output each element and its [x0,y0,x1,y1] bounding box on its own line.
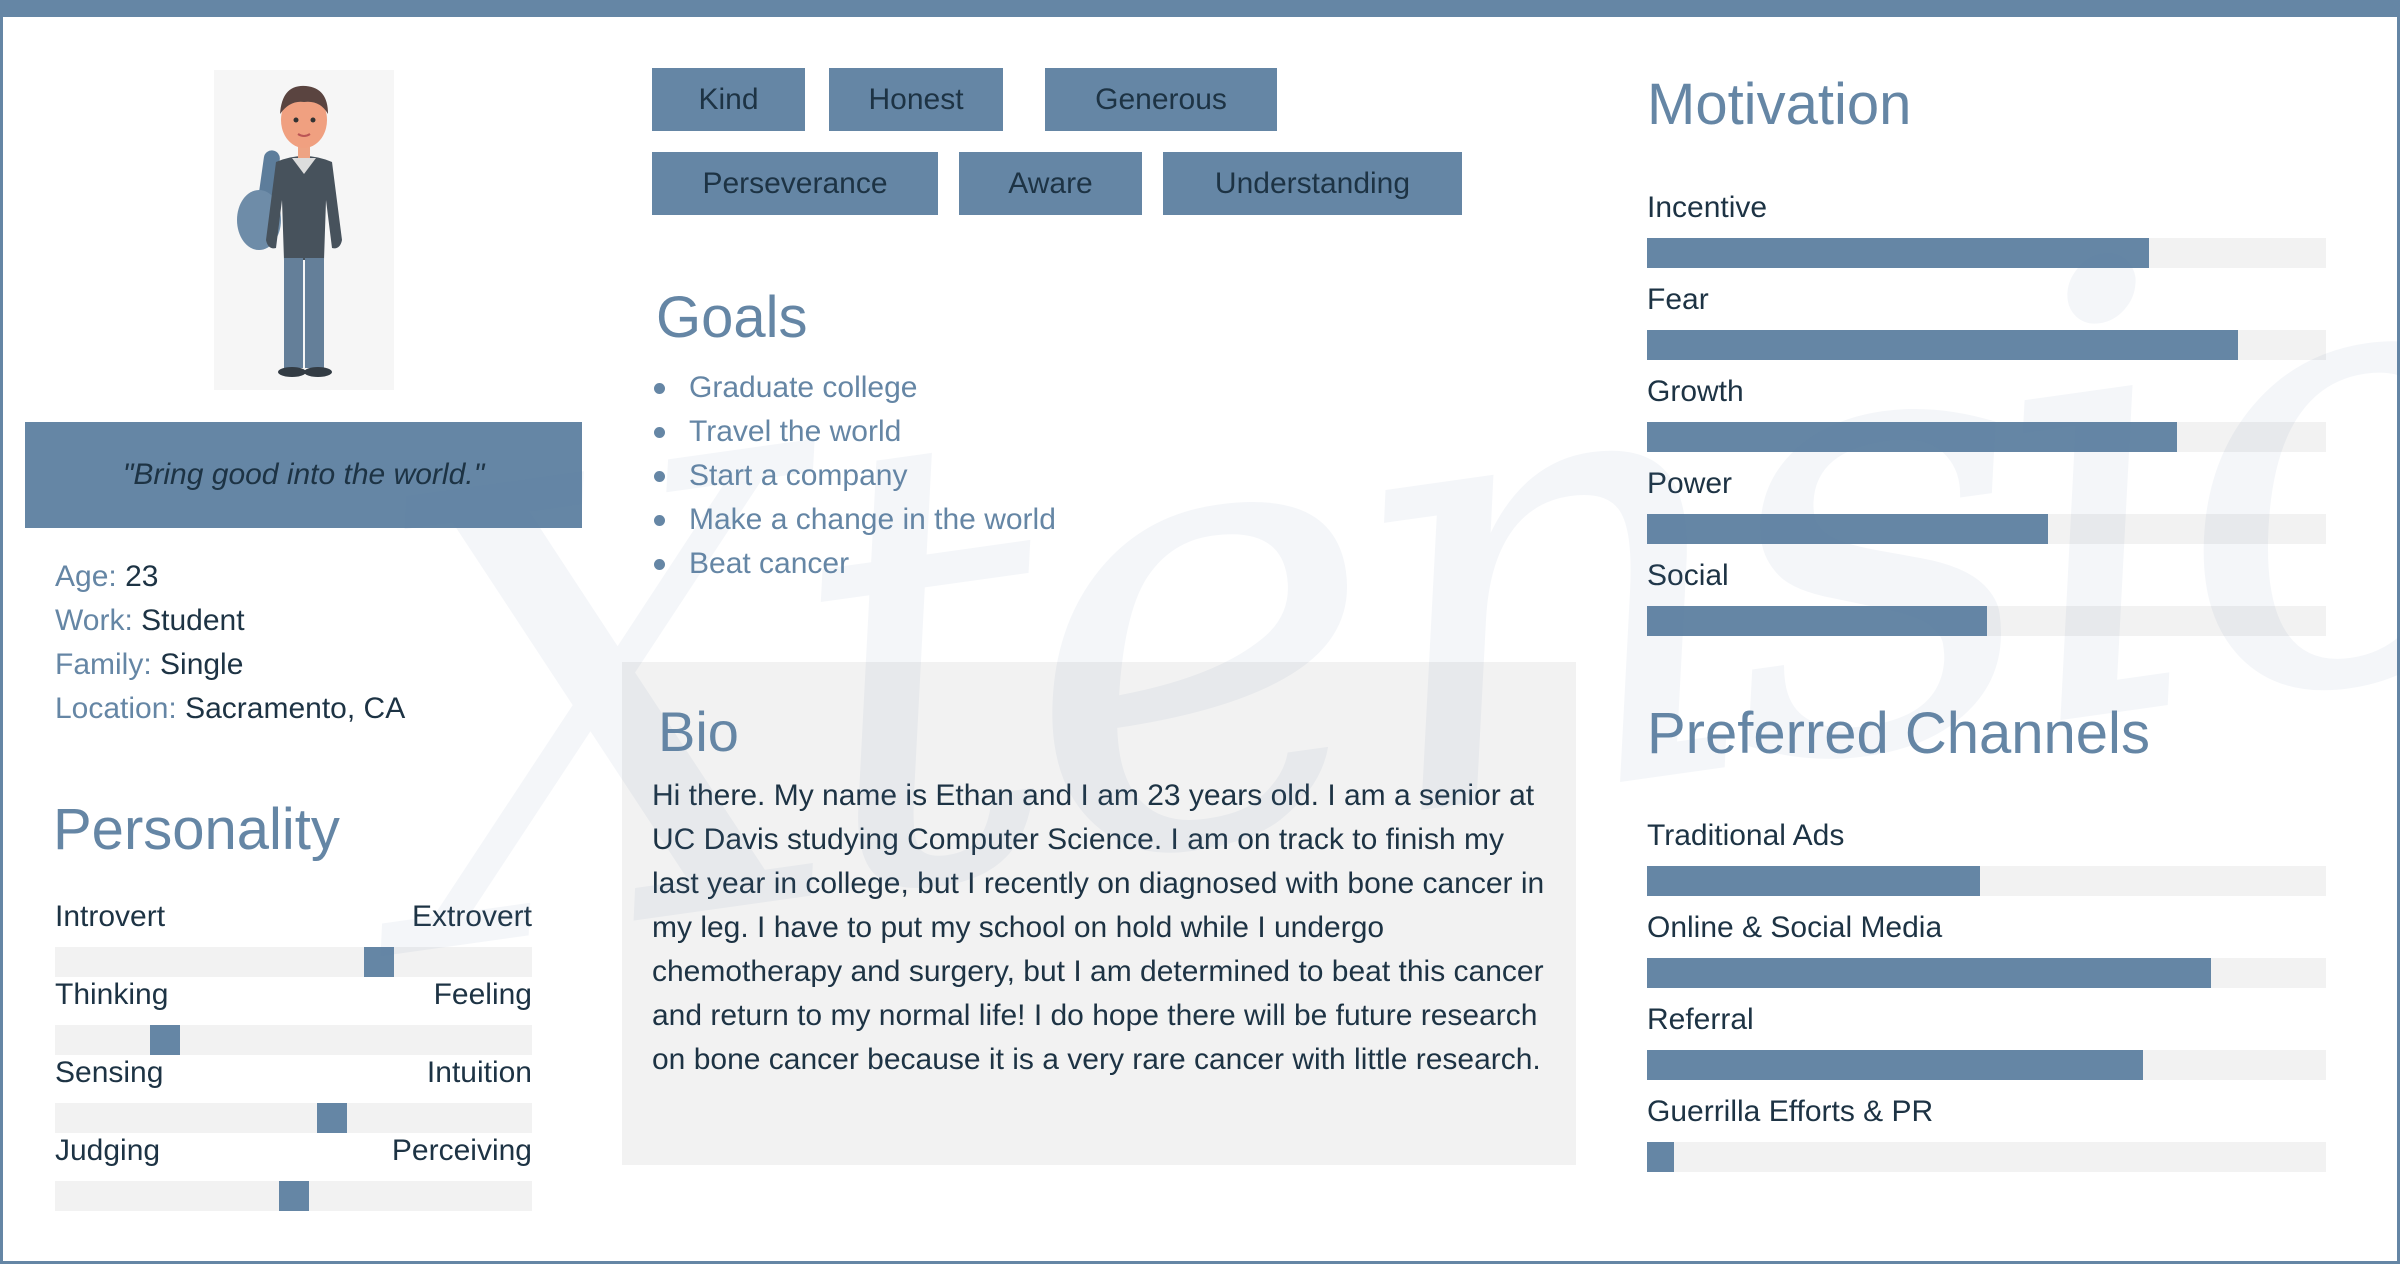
motivation-bar-track [1647,514,2326,544]
motivation-heading: Motivation [1647,72,1912,137]
goals-list: Graduate college Travel the world Start … [652,366,1056,586]
info-value: Student [141,604,245,637]
channels-heading: Preferred Channels [1647,701,2150,766]
goal-text: Graduate college [689,371,918,404]
avatar [214,70,394,390]
motivation-bar-track [1647,238,2326,268]
info-value: 23 [125,560,159,593]
info-label: Age: [55,560,117,593]
goal-item: Travel the world [652,410,1056,454]
student-avatar-icon [237,85,342,377]
bullet-icon [654,470,665,482]
motivation-label: Growth [1647,375,1744,408]
channels-bar-track [1647,1050,2326,1080]
motivation-bar-fill [1647,330,2238,360]
channels-label: Traditional Ads [1647,819,1845,852]
goal-item: Make a change in the world [652,498,1056,542]
personality-scale-track [55,1025,532,1055]
goals-heading: Goals [656,285,808,350]
channels-bar-track [1647,958,2326,988]
goal-text: Beat cancer [689,547,850,580]
channels-bar-track [1647,1142,2326,1172]
goal-text: Make a change in the world [689,503,1056,536]
channels-bar-fill [1647,1050,2143,1080]
scale-right-label: Intuition [426,1056,532,1089]
goal-item: Graduate college [652,366,1056,410]
motivation-bar-track [1647,422,2326,452]
channels-label: Referral [1647,1003,1754,1036]
motivation-label: Incentive [1647,191,1768,224]
personality-scale-track [55,1103,532,1133]
motivation-label: Fear [1647,283,1709,316]
trait-tag: Aware [959,152,1142,215]
motivation-bar-track [1647,606,2326,636]
info-label: Work: [55,604,133,637]
trait-tag: Perseverance [652,152,938,215]
info-work: Work: Student [55,599,245,643]
goal-item: Start a company [652,454,1056,498]
trait-tag: Generous [1045,68,1277,131]
bullet-icon [654,558,665,570]
info-value: Sacramento, CA [185,692,406,725]
bullet-icon [654,382,665,394]
scale-right-label: Perceiving [391,1134,532,1167]
bullet-icon [654,426,665,438]
motivation-bar-fill [1647,606,1987,636]
personality-heading: Personality [53,797,340,862]
goal-text: Start a company [689,459,908,492]
motivation-bar-track [1647,330,2326,360]
motivation-bar-fill [1647,514,2048,544]
trait-tag: Understanding [1163,152,1462,215]
personality-scale-marker [364,947,395,977]
info-value: Single [160,648,244,681]
bio-panel: Bio Hi there. My name is Ethan and I am … [622,662,1576,1165]
trait-tag: Honest [829,68,1003,131]
channels-bar-fill [1647,1142,1675,1172]
bullet-icon [654,514,665,526]
info-age: Age: 23 [55,555,158,599]
personality-scale-track [55,1181,532,1211]
motivation-label: Social [1647,559,1729,592]
channels-label: Guerrilla Efforts & PR [1647,1095,1934,1128]
personality-scale-track [55,947,532,977]
bio-text: Hi there. My name is Ethan and I am 23 y… [652,779,1545,1076]
persona-quote: "Bring good into the world." [25,422,582,528]
motivation-bar-fill [1647,238,2150,268]
goal-text: Travel the world [689,415,902,448]
motivation-bar-fill [1647,422,2177,452]
personality-scale-marker [149,1025,180,1055]
motivation-label: Power [1647,467,1733,500]
bio-heading: Bio [658,700,739,763]
goal-item: Beat cancer [652,542,1056,586]
personality-scale-marker [316,1103,347,1133]
scale-right-label: Extrovert [411,900,532,933]
channels-bar-fill [1647,958,2211,988]
personality-scale-marker [278,1181,309,1211]
info-family: Family: Single [55,643,243,687]
channels-label: Online & Social Media [1647,911,1943,944]
scale-right-label: Feeling [433,978,532,1011]
channels-bar-track [1647,866,2326,896]
info-label: Location: [55,692,177,725]
trait-tag: Kind [652,68,805,131]
info-location: Location: Sacramento, CA [55,687,405,731]
info-label: Family: [55,648,152,681]
channels-bar-fill [1647,866,1980,896]
